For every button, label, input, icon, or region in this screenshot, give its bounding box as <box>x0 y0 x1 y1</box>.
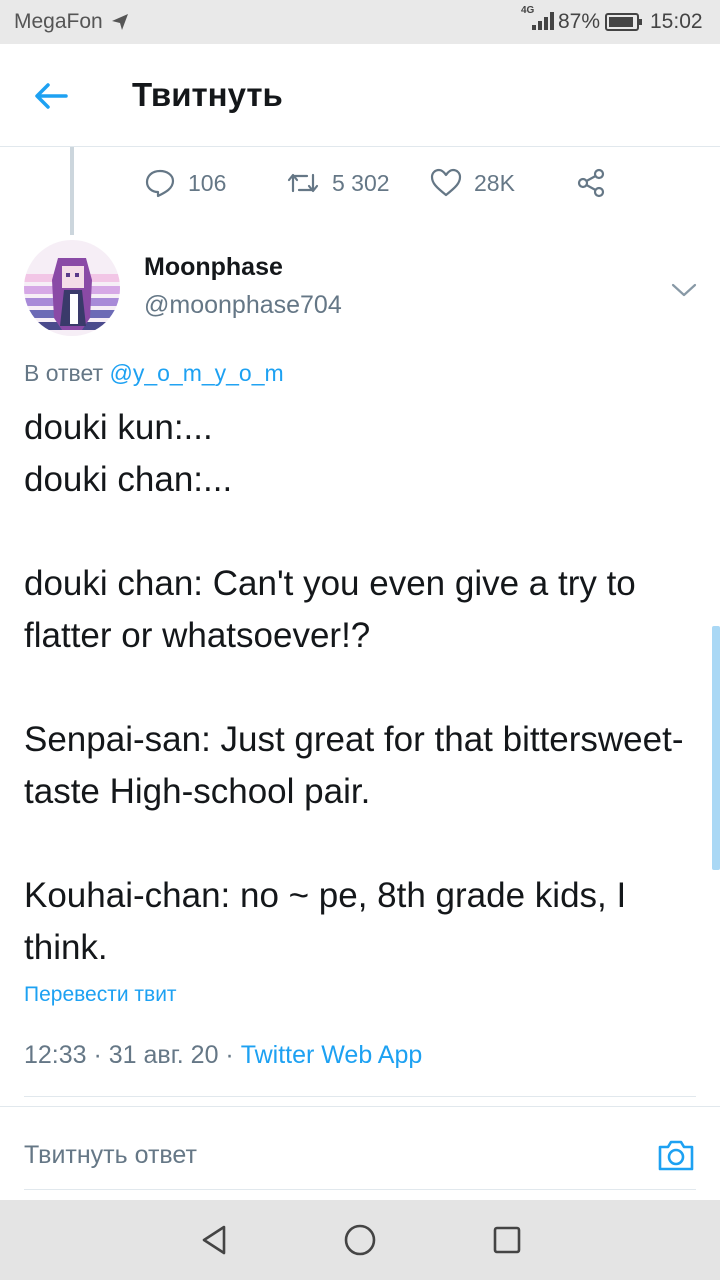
battery-percent: 87% <box>558 10 601 33</box>
arrow-left-icon[interactable] <box>30 76 70 116</box>
system-nav-bar <box>0 1200 720 1280</box>
meta-separator: · <box>218 1041 241 1069</box>
like-count: 28K <box>474 169 515 196</box>
retweet-count: 5 302 <box>332 169 390 196</box>
source-app-link[interactable]: Twitter Web App <box>241 1041 423 1069</box>
retweet-action-button[interactable]: 5 302 <box>286 166 390 200</box>
author-handle[interactable]: @moonphase704 <box>144 291 342 320</box>
page-title: Твитнуть <box>132 76 283 113</box>
divider <box>24 1096 696 1097</box>
reply-count: 106 <box>188 169 227 196</box>
location-arrow-icon <box>112 14 128 30</box>
heart-icon <box>430 168 462 197</box>
reply-input[interactable]: Твитнуть ответ <box>24 1141 197 1170</box>
reply-prefix: В ответ <box>24 360 104 386</box>
speech-bubble-icon <box>145 169 175 198</box>
camera-icon[interactable] <box>656 1135 696 1175</box>
avatar-image <box>24 240 120 336</box>
thread-connector-line <box>70 147 74 235</box>
tweet-meta: 12:33 · 31 авг. 20 · Twitter Web App <box>24 1041 422 1070</box>
nav-home-icon[interactable] <box>340 1220 380 1260</box>
chevron-down-icon[interactable] <box>670 280 698 300</box>
battery-icon <box>605 13 642 31</box>
divider <box>24 1189 696 1190</box>
reply-context: В ответ @y_o_m_y_o_m <box>24 360 284 387</box>
status-time: 15:02 <box>650 10 703 33</box>
like-action-button[interactable]: 28K <box>430 166 515 200</box>
author-name[interactable]: Moonphase <box>144 253 283 282</box>
reply-action-button[interactable]: 106 <box>144 166 226 200</box>
reply-composer[interactable]: Твитнуть ответ <box>0 1106 720 1191</box>
tweet-timestamp: 12:33 · 31 авг. 20 <box>24 1041 219 1069</box>
tweet-text: douki kun:... douki chan:... douki chan:… <box>24 408 684 967</box>
share-action-button[interactable] <box>576 166 606 200</box>
reply-to-handle-link[interactable]: @y_o_m_y_o_m <box>109 360 283 386</box>
top-app-bar: Твитнуть <box>0 44 720 147</box>
status-bar: MegaFon 4G 87% 15:02 <box>0 0 720 44</box>
scrollbar[interactable] <box>712 626 720 870</box>
nav-back-icon[interactable] <box>194 1220 234 1260</box>
share-icon <box>577 168 605 198</box>
avatar[interactable] <box>24 240 120 336</box>
signal-icon <box>532 12 554 30</box>
nav-recents-icon[interactable] <box>487 1220 527 1260</box>
retweet-icon <box>287 173 319 193</box>
carrier-name: MegaFon <box>14 10 103 33</box>
translate-tweet-link[interactable]: Перевести твит <box>24 983 177 1007</box>
